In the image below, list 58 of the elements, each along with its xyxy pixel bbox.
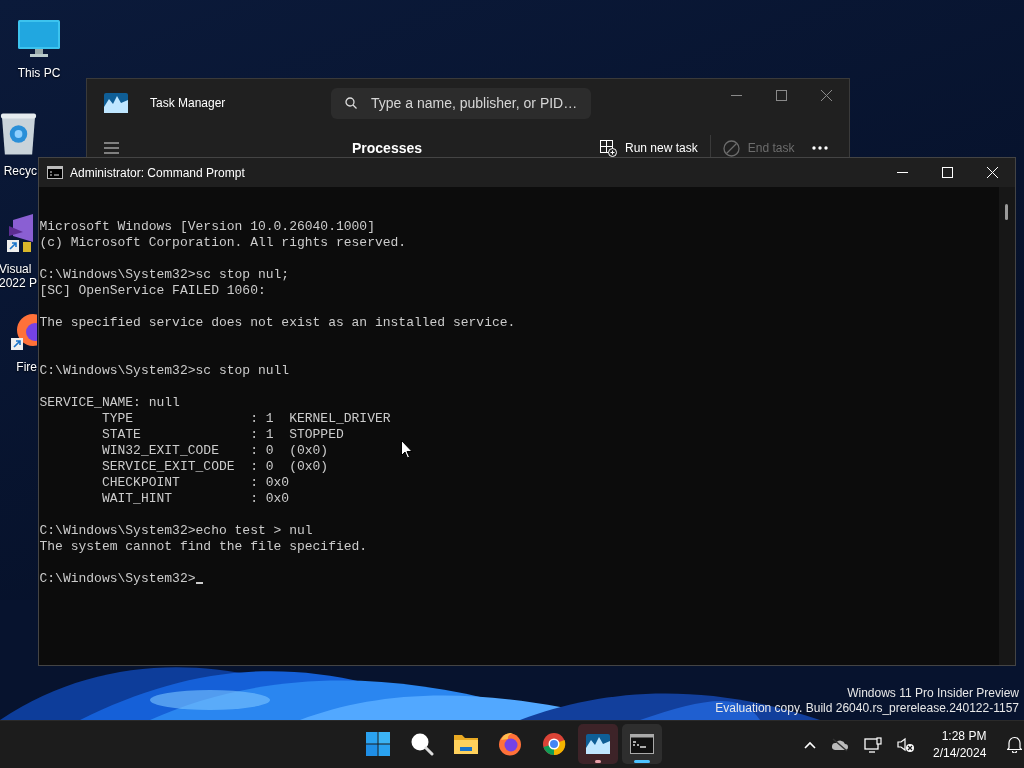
- clock-time[interactable]: 1:28 PM: [941, 727, 987, 745]
- scrollbar[interactable]: [999, 187, 1015, 665]
- console-line: The specified service does not exist as an installed service.: [39, 315, 516, 331]
- network-icon[interactable]: [864, 736, 882, 753]
- menu-icon[interactable]: [104, 142, 119, 154]
- scrollbar-thumb[interactable]: [1005, 204, 1008, 220]
- console-line: [SC] OpenService FAILED 1060:: [39, 283, 266, 299]
- console-line: (c) Microsoft Corporation. All rights reserved.: [39, 235, 407, 251]
- taskbar-button[interactable]: [578, 724, 618, 764]
- maximize-icon: [942, 167, 953, 178]
- activity-chart-icon: [586, 734, 610, 754]
- window-title: Task Manager: [150, 96, 227, 110]
- close-icon: [987, 167, 998, 178]
- edition-notice: Evaluation copy. Build 26040.rs_prerelease.240122-1157: [715, 701, 1019, 716]
- chevron-up-icon[interactable]: [804, 740, 816, 749]
- console-line: TYPE : 1 KERNEL_DRIVER: [100, 411, 391, 427]
- console-line: WIN32_EXIT_CODE : 0 (0x0): [100, 443, 329, 459]
- edition-notice: Windows 11 Pro Insider Preview: [847, 686, 1019, 701]
- console-icon: [47, 166, 63, 179]
- desktop-icon-label[interactable]: 2022 P: [0, 276, 37, 290]
- more-icon[interactable]: [812, 146, 829, 150]
- search-icon: [410, 732, 434, 756]
- console-line: SERVICE_NAME: null: [39, 395, 180, 411]
- bell-icon[interactable]: [1007, 736, 1023, 753]
- console-line: Microsoft Windows [Version 10.0.26040.1000]: [39, 219, 375, 235]
- terminal-icon: [630, 734, 654, 754]
- toolbar-button[interactable]: Run new task: [594, 139, 704, 157]
- console-line: SERVICE_EXIT_CODE : 0 (0x0): [100, 459, 329, 475]
- search-field[interactable]: Type a name, publisher, or PID…: [331, 87, 591, 119]
- activity-chart-icon: [104, 93, 128, 113]
- console-line: C:\Windows\System32>: [39, 571, 196, 587]
- clock-date[interactable]: 2/14/2024: [933, 744, 987, 762]
- console-line: CHECKPOINT : 0x0: [100, 475, 290, 491]
- fox-globe-icon: [498, 732, 522, 756]
- speaker-muted-icon[interactable]: [897, 736, 915, 753]
- ring-browser-icon: [542, 732, 566, 756]
- close-icon: [821, 89, 832, 101]
- window-title: Administrator: Command Prompt: [70, 165, 245, 180]
- desktop-icon-label[interactable]: This PC: [17, 66, 61, 80]
- console-line: STATE : 1 STOPPED: [100, 427, 344, 443]
- prohibited-icon: [722, 139, 740, 157]
- console-line: C:\Windows\System32>echo test > nul: [39, 523, 313, 539]
- page-title: Processes: [352, 140, 424, 156]
- search-icon: [345, 97, 357, 109]
- monitor-icon: [18, 20, 60, 58]
- windows-logo-icon: [366, 732, 390, 756]
- maximize-icon: [776, 89, 787, 101]
- taskbar-button[interactable]: [622, 724, 662, 764]
- console-line: WAIT_HINT : 0x0: [100, 491, 290, 507]
- desktop-icon-label[interactable]: Recyc: [3, 164, 37, 178]
- console-line: C:\Windows\System32>sc stop null: [39, 363, 290, 379]
- mouse-pointer-icon: [401, 440, 413, 459]
- folder-icon: [453, 733, 479, 755]
- console-line: C:\Windows\System32>sc stop nul;: [39, 267, 290, 283]
- cloud-off-icon[interactable]: [831, 737, 849, 752]
- desktop-icon-label[interactable]: Fire: [16, 360, 37, 374]
- recycle-bin-icon: [0, 112, 37, 156]
- console-line: The system cannot find the file specified.: [39, 539, 368, 555]
